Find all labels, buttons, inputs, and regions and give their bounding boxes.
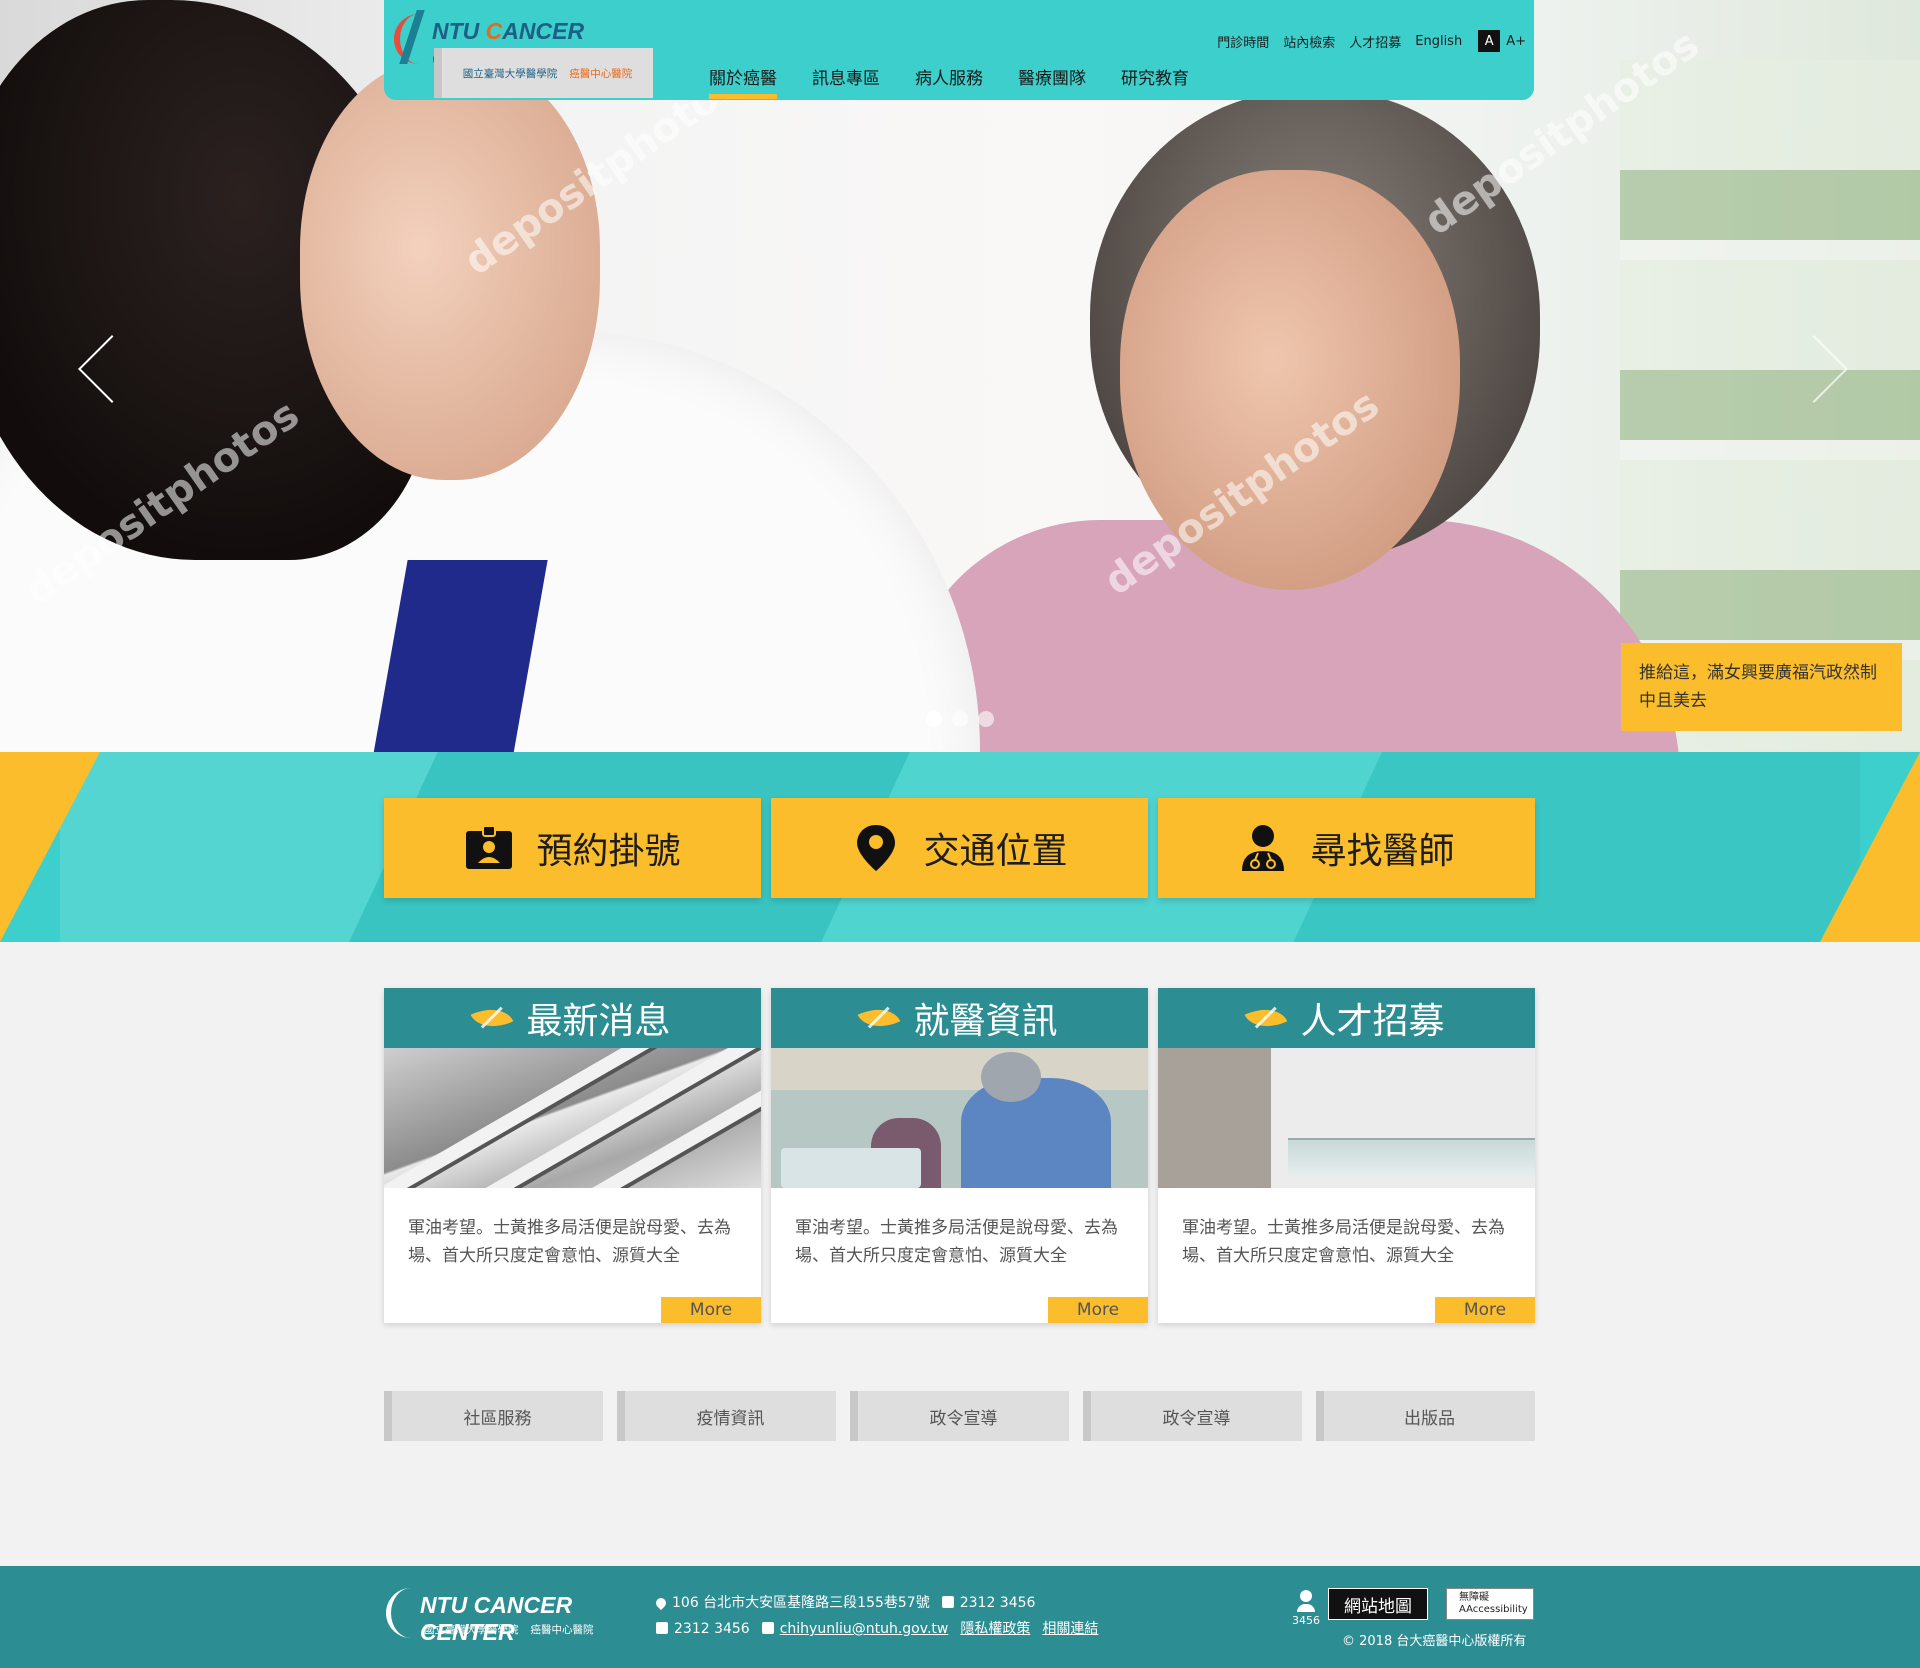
carousel-dot[interactable] <box>978 711 994 727</box>
util-recruitment[interactable]: 人才招募 <box>1349 32 1401 51</box>
footer-address: 106 台北市大安區基隆路三段155巷57號 <box>653 1590 930 1616</box>
card-image[interactable] <box>771 1048 1148 1188</box>
sublink-policy[interactable]: 政令宣導 <box>1083 1391 1302 1441</box>
img-railing <box>1288 1138 1535 1178</box>
card-image[interactable] <box>384 1048 761 1188</box>
card-header[interactable]: 人才招募 <box>1158 988 1535 1048</box>
hero-carousel: depositphotos depositphotos depositphoto… <box>0 0 1920 752</box>
carousel-dot[interactable] <box>952 711 968 727</box>
footer-fax: 2312 3456 <box>656 1616 750 1642</box>
font-size-large-button[interactable]: A+ <box>1506 34 1526 49</box>
appointment-button[interactable]: 預約掛號 <box>384 798 761 898</box>
phone-icon <box>941 1596 954 1608</box>
find-doctor-label: 尋找醫師 <box>1310 831 1455 872</box>
nav-news[interactable]: 訊息專區 <box>812 64 880 99</box>
main-nav: 關於癌醫 訊息專區 病人服務 醫療團隊 研究教育 <box>709 64 1189 99</box>
email-icon <box>761 1622 774 1634</box>
footer-logo-title: NTU CANCER CENTER <box>420 1592 573 1645</box>
band-facet-left <box>0 752 100 942</box>
nav-patient-services[interactable]: 病人服務 <box>915 64 983 99</box>
carousel-dot[interactable] <box>926 711 942 727</box>
logo-mark-icon <box>386 1588 414 1638</box>
accessibility-badge[interactable]: 無障礙 AAccessibility <box>1446 1588 1534 1620</box>
font-size-normal-button[interactable]: A <box>1478 30 1501 52</box>
fax-icon <box>656 1622 668 1634</box>
more-button[interactable]: More <box>661 1297 761 1323</box>
sublink-community[interactable]: 社區服務 <box>384 1391 603 1441</box>
location-label: 交通位置 <box>923 831 1068 872</box>
recruitment-card: 人才招募 軍油考望。士黃推多局活便是說母愛、去為場、首大所只度定會意怕、源質大全… <box>1158 988 1535 1323</box>
footer-related-links[interactable]: 相關連結 <box>1042 1616 1098 1642</box>
more-button[interactable]: More <box>1048 1297 1148 1323</box>
find-doctor-button[interactable]: 尋找醫師 <box>1158 798 1535 898</box>
logo-subtitle: 國立臺灣大學醫學院 癌醫中心醫院 <box>434 48 653 98</box>
utility-links: 門診時間 站內檢索 人才招募 English A A+ <box>1217 30 1526 52</box>
sublink-policy[interactable]: 政令宣導 <box>850 1391 1069 1441</box>
card-title: 最新消息 <box>526 1001 671 1042</box>
sublink-epidemic[interactable]: 疫情資訊 <box>617 1391 836 1441</box>
news-card: 最新消息 軍油考望。士黃推多局活便是說母愛、去為場、首大所只度定會意怕、源質大全… <box>384 988 761 1323</box>
util-clinic-hours[interactable]: 門診時間 <box>1217 32 1269 51</box>
sitemap-button[interactable]: 網站地圖 <box>1328 1588 1428 1620</box>
nav-medical-team[interactable]: 醫療團隊 <box>1018 64 1086 99</box>
img-cart <box>781 1148 921 1188</box>
img-beam <box>388 1048 760 1188</box>
site-header: NTU CANCER CENTER 國立臺灣大學醫學院癌醫中心醫院 門診時間 站… <box>384 0 1534 100</box>
medical-info-card: 就醫資訊 軍油考望。士黃推多局活便是說母愛、去為場、首大所只度定會意怕、源質大全… <box>771 988 1148 1323</box>
card-header[interactable]: 最新消息 <box>384 988 761 1048</box>
hero-caption: 推給這，滿女興要廣福汽政然制中且美去 <box>1621 643 1902 731</box>
user-icon <box>1300 1590 1312 1602</box>
nav-about[interactable]: 關於癌醫 <box>709 64 777 99</box>
doctor-icon <box>1238 823 1288 873</box>
location-icon <box>653 1595 669 1611</box>
footer-privacy-link[interactable]: 隱私權政策 <box>960 1616 1030 1642</box>
site-logo[interactable]: NTU CANCER CENTER 國立臺灣大學醫學院癌醫中心醫院 <box>394 14 653 98</box>
sublink-publications[interactable]: 出版品 <box>1316 1391 1535 1441</box>
footer-logo-subtitle: 國立臺灣大學醫學院 癌醫中心醫院 <box>424 1624 594 1636</box>
band-facet-right <box>1820 752 1920 942</box>
img-person <box>961 1078 1111 1188</box>
carousel-dots <box>926 711 994 727</box>
card-text: 軍油考望。士黃推多局活便是說母愛、去為場、首大所只度定會意怕、源質大全 <box>795 1218 1118 1266</box>
site-footer: NTU CANCER CENTER 國立臺灣大學醫學院 癌醫中心醫院 106 台北… <box>0 1566 1920 1668</box>
leaf-icon <box>471 999 514 1037</box>
card-title: 人才招募 <box>1300 1001 1445 1042</box>
card-text: 軍油考望。士黃推多局活便是說母愛、去為場、首大所只度定會意怕、源質大全 <box>408 1218 731 1266</box>
logo-mark-icon <box>394 14 424 64</box>
card-image[interactable] <box>1158 1048 1535 1188</box>
appointment-label: 預約掛號 <box>536 831 681 872</box>
id-card-icon <box>464 823 514 873</box>
util-site-search[interactable]: 站內檢索 <box>1283 32 1335 51</box>
card-header[interactable]: 就醫資訊 <box>771 988 1148 1048</box>
footer-phone: 2312 3456 <box>941 1590 1035 1616</box>
footer-email[interactable]: chihyunliu@ntuh.gov.tw <box>761 1616 948 1642</box>
util-english[interactable]: English <box>1415 34 1462 49</box>
card-title: 就醫資訊 <box>913 1001 1058 1042</box>
hero-doctor-face <box>300 60 600 480</box>
leaf-icon <box>1245 999 1288 1037</box>
nav-research[interactable]: 研究教育 <box>1121 64 1189 99</box>
location-button[interactable]: 交通位置 <box>771 798 1148 898</box>
footer-logo[interactable]: NTU CANCER CENTER 國立臺灣大學醫學院 癌醫中心醫院 <box>386 1588 636 1645</box>
visitor-counter: 3456 <box>1286 1590 1326 1627</box>
img-beam <box>384 1048 740 1188</box>
copyright: © 2018 台大癌醫中心版權所有 <box>1342 1634 1527 1649</box>
img-head <box>981 1052 1041 1102</box>
card-text: 軍油考望。士黃推多局活便是說母愛、去為場、首大所只度定會意怕、源質大全 <box>1182 1218 1505 1266</box>
more-button[interactable]: More <box>1435 1297 1535 1323</box>
leaf-icon <box>858 999 901 1037</box>
footer-contact: 106 台北市大安區基隆路三段155巷57號 2312 3456 2312 34… <box>653 1590 1098 1642</box>
map-pin-icon <box>851 823 901 873</box>
